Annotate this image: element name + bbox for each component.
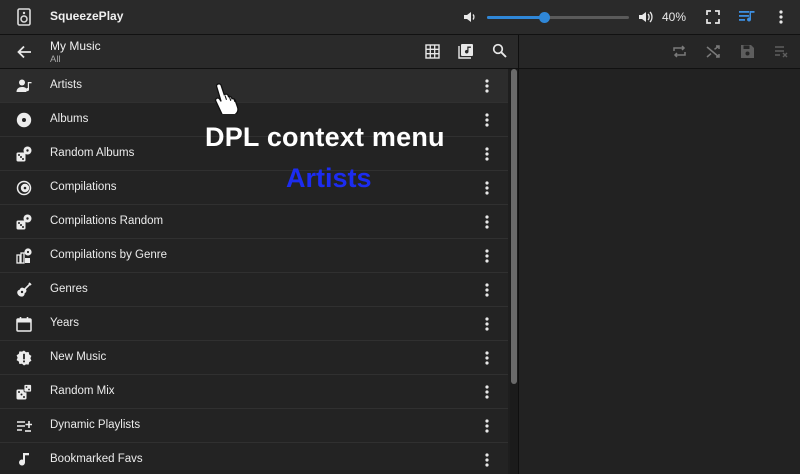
save-icon[interactable] — [740, 44, 755, 59]
more-vert-icon[interactable] — [481, 78, 493, 94]
annotation-subtitle: Artists — [286, 163, 372, 193]
more-vert-icon[interactable] — [481, 452, 493, 468]
more-vert-icon[interactable] — [481, 384, 493, 400]
album-icon — [16, 112, 32, 128]
list-item-label: Bookmarked Favs — [50, 453, 143, 465]
artists-icon — [16, 79, 32, 92]
list-item-label: Years — [50, 317, 79, 329]
hand-pointer-icon — [214, 83, 239, 114]
list-item-compilations[interactable]: Compilations — [0, 171, 508, 205]
dice-album-icon — [16, 214, 32, 230]
volume-up-icon[interactable] — [638, 9, 654, 25]
list-item-label: Random Albums — [50, 147, 135, 159]
list-item-label: Random Mix — [50, 385, 115, 397]
library-music-icon[interactable] — [458, 43, 474, 59]
guitar-icon — [17, 282, 32, 297]
clear-queue-icon[interactable] — [774, 44, 789, 59]
queue-icon[interactable] — [739, 10, 755, 24]
shuffle-icon[interactable] — [706, 44, 721, 59]
more-vert-icon[interactable] — [481, 146, 493, 162]
volume-slider[interactable] — [487, 12, 629, 23]
fullscreen-icon[interactable] — [706, 10, 720, 24]
volume-slider-thumb[interactable] — [538, 12, 550, 23]
list-item-bookmarked-favs[interactable]: Bookmarked Favs — [0, 443, 508, 474]
page-title: My Music — [50, 39, 101, 53]
search-icon[interactable] — [492, 43, 507, 58]
page-subtitle: All — [50, 54, 61, 65]
list-item-artists[interactable]: Artists — [0, 69, 508, 103]
list-scrollbar-thumb[interactable] — [511, 69, 517, 384]
more-vert-icon[interactable] — [481, 214, 493, 230]
compilation-icon — [16, 180, 32, 196]
queue-pane — [519, 69, 800, 474]
list-item-years[interactable]: Years — [0, 307, 508, 341]
more-vert-icon[interactable] — [481, 418, 493, 434]
list-item-label: Compilations — [50, 181, 117, 193]
back-arrow-icon[interactable] — [16, 44, 32, 60]
more-vert-icon[interactable] — [481, 350, 493, 366]
volume-percent: 40% — [662, 10, 687, 24]
list-item-label: Compilations by Genre — [50, 249, 167, 261]
more-vert-icon[interactable] — [481, 316, 493, 332]
list-item-random-mix[interactable]: Random Mix — [0, 375, 508, 409]
list-item-label: Dynamic Playlists — [50, 419, 141, 431]
more-vert-icon[interactable] — [481, 180, 493, 196]
dynamic-playlist-icon — [17, 421, 32, 432]
calendar-icon — [16, 317, 32, 332]
list-item-label: Compilations Random — [50, 215, 164, 227]
repeat-icon[interactable] — [672, 44, 687, 59]
volume-slider-fill — [487, 16, 544, 19]
more-vert-icon[interactable] — [481, 282, 493, 298]
list-item-new-music[interactable]: New Music — [0, 341, 508, 375]
more-vert-icon[interactable] — [481, 112, 493, 128]
more-vert-icon[interactable] — [481, 248, 493, 264]
dice-album-icon — [16, 146, 32, 162]
queue-toolbar — [519, 35, 800, 69]
list-item-dynamic-playlists[interactable]: Dynamic Playlists — [0, 409, 508, 443]
list-item-label: Artists — [50, 79, 82, 91]
music-note-icon — [19, 453, 29, 466]
browse-toolbar: My Music All — [0, 35, 518, 69]
grid-view-icon[interactable] — [425, 44, 440, 59]
top-bar: SqueezePlay 40% — [0, 0, 800, 35]
more-vert-icon[interactable] — [775, 9, 787, 25]
dice-icon — [16, 384, 32, 400]
list-item-compilations-random[interactable]: Compilations Random — [0, 205, 508, 239]
volume-down-icon[interactable] — [463, 10, 477, 24]
list-item-label: Albums — [50, 113, 89, 125]
list-item-label: New Music — [50, 351, 107, 363]
list-item-genres[interactable]: Genres — [0, 273, 508, 307]
annotation-title: DPL context menu — [205, 122, 445, 152]
new-badge-icon — [16, 350, 32, 366]
speaker-icon[interactable] — [15, 8, 33, 26]
list-item-label: Genres — [50, 283, 88, 295]
genre-compilation-icon — [16, 248, 32, 264]
list-item-compilations-by-genre[interactable]: Compilations by Genre — [0, 239, 508, 273]
player-name[interactable]: SqueezePlay — [50, 9, 123, 23]
